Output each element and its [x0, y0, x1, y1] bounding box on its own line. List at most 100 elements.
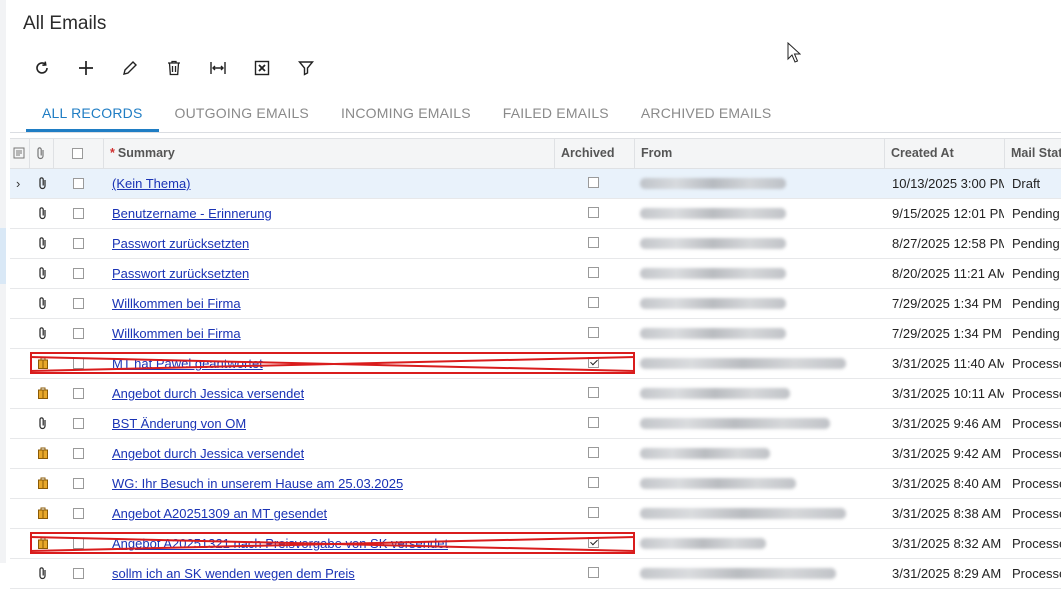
header-from[interactable]: From — [635, 139, 885, 168]
tab-outgoing-emails[interactable]: OUTGOING EMAILS — [159, 96, 325, 132]
header-attachment-col[interactable] — [30, 139, 54, 168]
archived-checkbox[interactable] — [588, 237, 599, 248]
archived-checkbox[interactable] — [588, 567, 599, 578]
summary-link[interactable]: sollm ich an SK wenden wegen dem Preis — [112, 559, 355, 588]
created-at-cell: 3/31/2025 11:40 AM — [892, 356, 1004, 371]
summary-link[interactable]: Angebot durch Jessica versendet — [112, 439, 304, 468]
row-select-checkbox[interactable] — [73, 388, 84, 399]
row-select-checkbox[interactable] — [73, 298, 84, 309]
mail-status-cell: Processed — [1012, 506, 1061, 521]
package-icon — [37, 386, 51, 400]
from-redacted — [640, 538, 766, 549]
paperclip-icon — [37, 176, 51, 190]
created-at-cell: 3/31/2025 8:29 AM — [892, 566, 1002, 581]
header-archived[interactable]: Archived — [555, 139, 635, 168]
summary-link[interactable]: Willkommen bei Firma — [112, 289, 241, 318]
row-select-checkbox[interactable] — [73, 478, 84, 489]
tab-archived-emails[interactable]: ARCHIVED EMAILS — [625, 96, 788, 132]
header-notes-col[interactable] — [10, 139, 30, 168]
row-select-checkbox[interactable] — [73, 508, 84, 519]
created-at-cell: 7/29/2025 1:34 PM — [892, 326, 1002, 341]
table-row[interactable]: sollm ich an SK wenden wegen dem Preis 3… — [10, 559, 1061, 589]
archived-checkbox[interactable] — [588, 267, 599, 278]
archived-checkbox[interactable] — [588, 297, 599, 308]
from-redacted — [640, 418, 830, 429]
archived-checkbox[interactable] — [588, 327, 599, 338]
summary-link[interactable]: Benutzername - Erinnerung — [112, 199, 272, 228]
archived-checkbox[interactable] — [588, 207, 599, 218]
table-row[interactable]: Angebot A20251321 nach Preisvorgabe von … — [10, 529, 1061, 559]
fit-columns-button[interactable] — [196, 55, 240, 81]
row-select-checkbox[interactable] — [73, 418, 84, 429]
mail-status-cell: Processed — [1012, 476, 1061, 491]
refresh-button[interactable] — [20, 55, 64, 81]
mail-status-cell: Processed — [1012, 386, 1061, 401]
table-row[interactable]: › (Kein Thema) 10/13/2025 3:00 PM Draft — [10, 169, 1061, 199]
export-excel-icon — [254, 60, 270, 76]
delete-button[interactable] — [152, 55, 196, 81]
header-mail-status[interactable]: Mail Status — [1005, 139, 1061, 168]
row-select-checkbox[interactable] — [73, 358, 84, 369]
archived-checkbox[interactable] — [588, 477, 599, 488]
from-redacted — [640, 328, 786, 339]
header-select-all[interactable] — [54, 139, 104, 168]
created-at-cell: 3/31/2025 8:32 AM — [892, 536, 1002, 551]
tab-bar: ALL RECORDS OUTGOING EMAILS INCOMING EMA… — [26, 96, 787, 132]
tab-incoming-emails[interactable]: INCOMING EMAILS — [325, 96, 487, 132]
row-select-checkbox[interactable] — [73, 208, 84, 219]
summary-link[interactable]: Passwort zurücksetzten — [112, 259, 249, 288]
table-row[interactable]: BST Änderung von OM 3/31/2025 9:46 AM Pr… — [10, 409, 1061, 439]
from-redacted — [640, 238, 786, 249]
summary-link[interactable]: Angebot A20251309 an MT gesendet — [112, 499, 327, 528]
summary-link[interactable]: MT hat Pawel geantwortet — [112, 349, 263, 378]
table-row[interactable]: Passwort zurücksetzten 8/20/2025 11:21 A… — [10, 259, 1061, 289]
archived-checkbox[interactable] — [588, 417, 599, 428]
created-at-cell: 7/29/2025 1:34 PM — [892, 296, 1002, 311]
tab-failed-emails[interactable]: FAILED EMAILS — [487, 96, 625, 132]
summary-link[interactable]: BST Änderung von OM — [112, 409, 246, 438]
table-row[interactable]: Passwort zurücksetzten 8/27/2025 12:58 P… — [10, 229, 1061, 259]
table-row[interactable]: Angebot A20251309 an MT gesendet 3/31/20… — [10, 499, 1061, 529]
select-all-checkbox[interactable] — [72, 148, 83, 159]
archived-checkbox[interactable] — [588, 177, 599, 188]
filter-button[interactable] — [284, 55, 328, 81]
mail-status-cell: Processed — [1012, 416, 1061, 431]
header-created-at[interactable]: Created At — [885, 139, 1005, 168]
mail-status-cell: Pending — [1012, 326, 1060, 341]
from-redacted — [640, 508, 846, 519]
edit-button[interactable] — [108, 55, 152, 81]
summary-link[interactable]: Willkommen bei Firma — [112, 319, 241, 348]
row-select-checkbox[interactable] — [73, 538, 84, 549]
from-redacted — [640, 358, 846, 369]
row-select-checkbox[interactable] — [73, 328, 84, 339]
archived-checkbox[interactable] — [588, 447, 599, 458]
archived-checkbox[interactable] — [588, 387, 599, 398]
created-at-cell: 9/15/2025 12:01 PM — [892, 206, 1004, 221]
table-row[interactable]: WG: Ihr Besuch in unserem Hause am 25.03… — [10, 469, 1061, 499]
table-row[interactable]: Angebot durch Jessica versendet 3/31/202… — [10, 379, 1061, 409]
archived-checkbox[interactable] — [588, 507, 599, 518]
table-row[interactable]: Benutzername - Erinnerung 9/15/2025 12:0… — [10, 199, 1061, 229]
left-nav-highlight — [0, 228, 6, 284]
row-select-checkbox[interactable] — [73, 448, 84, 459]
row-select-checkbox[interactable] — [73, 568, 84, 579]
row-expand-chevron-icon[interactable]: › — [16, 169, 20, 198]
mail-status-cell: Pending — [1012, 236, 1060, 251]
table-row[interactable]: MT hat Pawel geantwortet 3/31/2025 11:40… — [10, 349, 1061, 379]
row-select-checkbox[interactable] — [73, 178, 84, 189]
row-select-checkbox[interactable] — [73, 238, 84, 249]
table-row[interactable]: Willkommen bei Firma 7/29/2025 1:34 PM P… — [10, 319, 1061, 349]
summary-link[interactable]: WG: Ihr Besuch in unserem Hause am 25.03… — [112, 469, 403, 498]
header-summary[interactable]: * Summary — [104, 139, 555, 168]
row-select-checkbox[interactable] — [73, 268, 84, 279]
fit-columns-icon — [210, 62, 226, 74]
summary-link[interactable]: (Kein Thema) — [112, 169, 191, 198]
table-row[interactable]: Willkommen bei Firma 7/29/2025 1:34 PM P… — [10, 289, 1061, 319]
summary-link[interactable]: Passwort zurücksetzten — [112, 229, 249, 258]
export-excel-button[interactable] — [240, 55, 284, 81]
add-button[interactable] — [64, 55, 108, 81]
summary-link[interactable]: Angebot durch Jessica versendet — [112, 379, 304, 408]
table-row[interactable]: Angebot durch Jessica versendet 3/31/202… — [10, 439, 1061, 469]
tab-all-records[interactable]: ALL RECORDS — [26, 96, 159, 132]
refresh-icon — [36, 61, 48, 74]
